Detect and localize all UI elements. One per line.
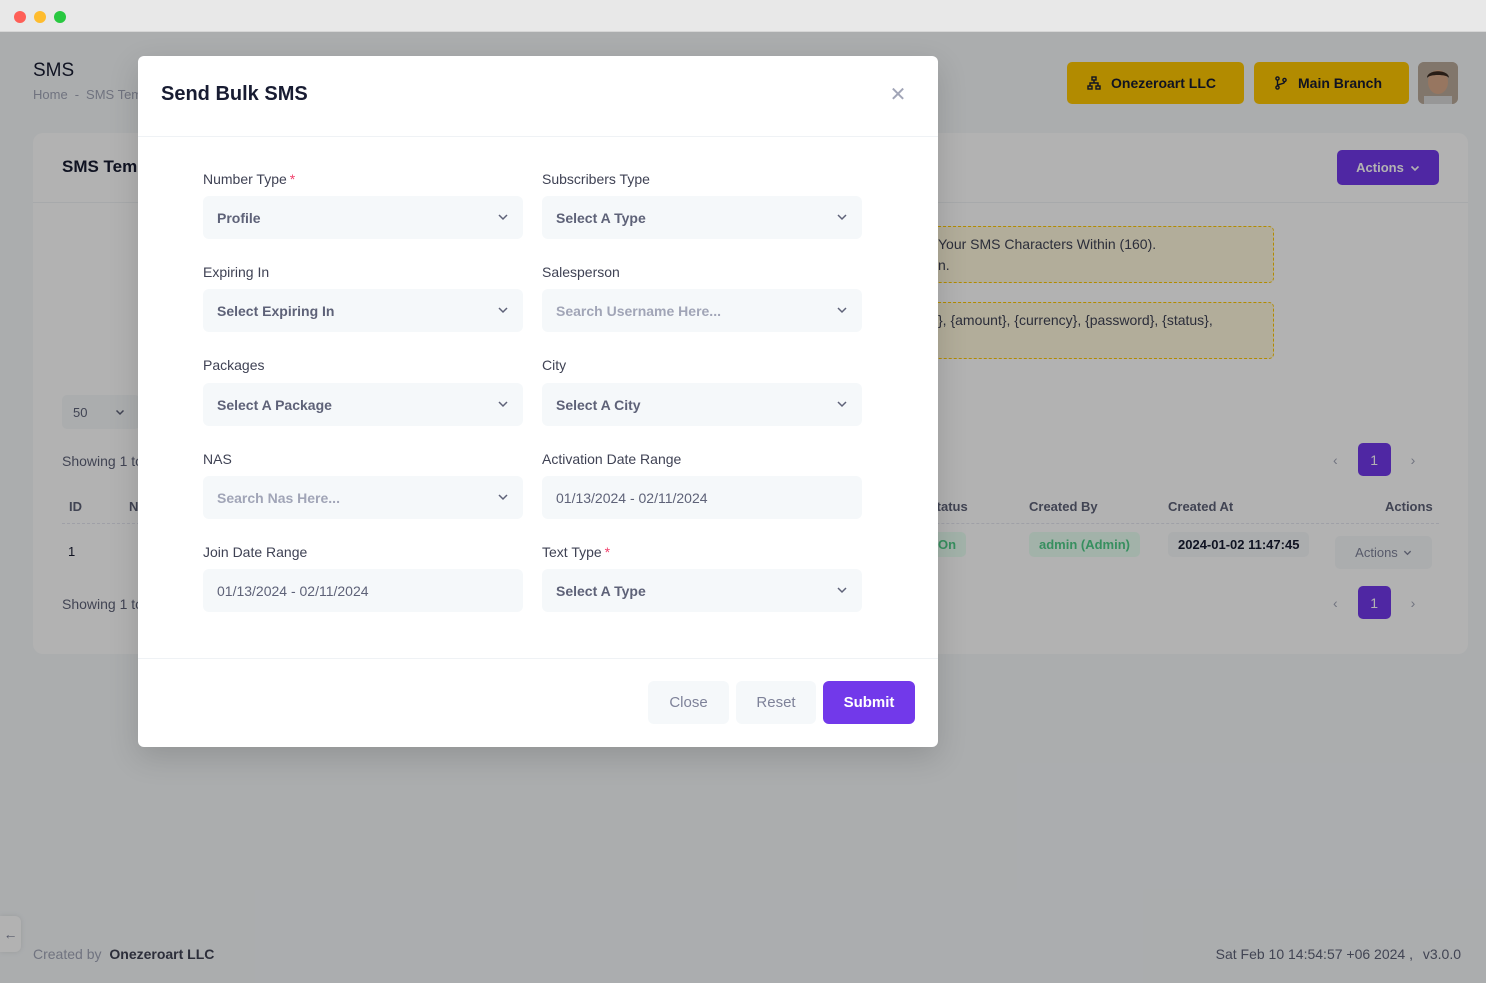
packages-label: Packages [203, 357, 265, 373]
expiring-in-select[interactable]: Select Expiring In [203, 289, 523, 332]
join-date-value: 01/13/2024 - 02/11/2024 [217, 582, 369, 599]
number-type-value: Profile [217, 209, 261, 226]
modal-divider [138, 658, 938, 659]
number-type-label: Number Type * [203, 171, 296, 187]
chevron-down-icon [498, 401, 508, 408]
join-date-range-input[interactable]: 01/13/2024 - 02/11/2024 [203, 569, 523, 612]
activation-date-range-input[interactable]: 01/13/2024 - 02/11/2024 [542, 476, 862, 519]
close-button[interactable]: Close [648, 681, 729, 724]
nas-placeholder: Search Nas Here... [217, 489, 340, 506]
subscribers-type-placeholder: Select A Type [556, 209, 646, 226]
modal-divider [138, 136, 938, 137]
city-select[interactable]: Select A City [542, 383, 862, 426]
text-type-select[interactable]: Select A Type [542, 569, 862, 612]
chevron-down-icon [837, 307, 847, 314]
subscribers-type-select[interactable]: Select A Type [542, 196, 862, 239]
city-label: City [542, 357, 567, 373]
number-type-select[interactable]: Profile [203, 196, 523, 239]
chevron-down-icon [498, 494, 508, 501]
window-titlebar [0, 0, 1486, 32]
maximize-window-icon[interactable] [54, 11, 66, 23]
chevron-down-icon [837, 401, 847, 408]
text-type-label: Text Type * [542, 544, 611, 560]
subscribers-type-label: Subscribers Type [542, 171, 650, 187]
close-window-icon[interactable] [14, 11, 26, 23]
nas-label: NAS [203, 451, 232, 467]
close-icon[interactable]: ✕ [889, 85, 907, 105]
packages-select[interactable]: Select A Package [203, 383, 523, 426]
reset-button[interactable]: Reset [736, 681, 816, 724]
modal-title: Send Bulk SMS [161, 83, 308, 105]
expiring-in-placeholder: Select Expiring In [217, 302, 335, 319]
nas-search-select[interactable]: Search Nas Here... [203, 476, 523, 519]
chevron-down-icon [498, 307, 508, 314]
packages-placeholder: Select A Package [217, 396, 332, 413]
chevron-down-icon [837, 214, 847, 221]
send-bulk-sms-modal: Send Bulk SMS ✕ Number Type * Profile Sub… [138, 56, 938, 747]
chevron-down-icon [498, 214, 508, 221]
submit-button[interactable]: Submit [823, 681, 915, 724]
join-date-label: Join Date Range [203, 544, 308, 560]
salesperson-label: Salesperson [542, 264, 620, 280]
salesperson-search-select[interactable]: Search Username Here... [542, 289, 862, 332]
city-placeholder: Select A City [556, 396, 641, 413]
activation-date-label: Activation Date Range [542, 451, 682, 467]
chevron-down-icon [837, 587, 847, 594]
salesperson-placeholder: Search Username Here... [556, 302, 721, 319]
text-type-placeholder: Select A Type [556, 582, 646, 599]
activation-date-value: 01/13/2024 - 02/11/2024 [556, 489, 708, 506]
expiring-in-label: Expiring In [203, 264, 270, 280]
minimize-window-icon[interactable] [34, 11, 46, 23]
